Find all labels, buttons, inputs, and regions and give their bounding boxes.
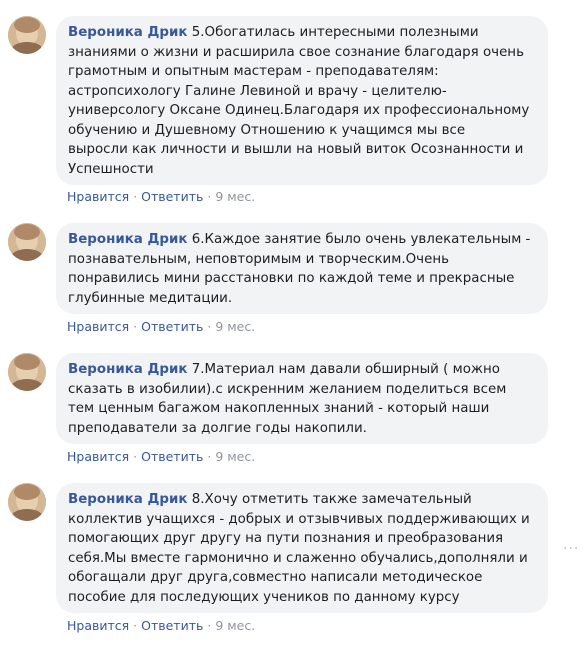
avatar[interactable] (8, 223, 46, 261)
comment-text-line: обогащали друг друга,совместно написали … (68, 570, 483, 585)
comment-text-line: познавательным, неповторимым и творчески… (68, 251, 449, 267)
author-name[interactable]: Вероника Дрик (68, 25, 187, 40)
author-name[interactable]: Вероника Дрик (68, 232, 187, 247)
comment-text-line: помогающих друг другу на пути познания и… (68, 531, 504, 546)
comment-bubble: Вероника Дрик 7.Материал нам давали обши… (56, 353, 548, 444)
timestamp[interactable]: 9 мес. (215, 189, 255, 204)
author-name[interactable]: Вероника Дрик (68, 362, 187, 377)
avatar-photo-icon (8, 223, 46, 261)
comment-bubble: Вероника Дрик 6.Каждое занятие было очен… (56, 223, 548, 314)
timestamp[interactable]: 9 мес. (215, 319, 255, 334)
reply-link[interactable]: Ответить (141, 319, 203, 334)
comment-actions: Нравится · Ответить · 9 мес. (67, 618, 255, 633)
comment-text-line: астропсихологу Галине Левиной и врачу - … (68, 83, 447, 99)
avatar-photo-icon (8, 483, 46, 521)
separator: · (207, 618, 212, 633)
reply-link[interactable]: Ответить (141, 189, 203, 204)
comment-text-line: коллектив учащихся - добрых и отзывчивых… (68, 511, 530, 527)
comment-text-line: обучению и Душевному Отношению к учащимс… (68, 122, 466, 138)
comment-actions: Нравится · Ответить · 9 мес. (67, 449, 255, 464)
comment-text-line: 7.Материал нам давали обширный ( можно (191, 362, 500, 377)
reply-link[interactable]: Ответить (141, 449, 203, 464)
separator: · (207, 319, 212, 334)
comment-text-line: грамотным и опытным мастерам - преподава… (68, 64, 439, 79)
avatar-photo-icon (8, 353, 46, 391)
like-link[interactable]: Нравится (67, 319, 129, 334)
separator: · (133, 319, 138, 334)
timestamp[interactable]: 9 мес. (215, 449, 255, 464)
like-link[interactable]: Нравится (67, 618, 129, 633)
comment-text-line: 6.Каждое занятие было очень увлекательны… (191, 232, 531, 247)
separator: · (133, 449, 138, 464)
timestamp[interactable]: 9 мес. (215, 618, 255, 633)
comment-text-line: преподаватели за долгие годы накопили. (68, 420, 367, 436)
comment-text-line: 8.Хочу отметить также замечательный (191, 492, 472, 507)
comment-text-line: универсологу Оксане Одинец.Благодаря их … (68, 103, 530, 118)
more-options-icon[interactable]: ··· (563, 541, 579, 557)
avatar[interactable] (8, 483, 46, 521)
avatar[interactable] (8, 16, 46, 54)
separator: · (133, 189, 138, 204)
comment-text-line: тем ценным багажом накопленных знаний - … (68, 401, 490, 416)
comment-text-line: глубинные медитации. (68, 290, 233, 306)
comment-text-line: выросли как личности и вышли на новый ви… (68, 142, 524, 157)
comment-text-line: Успешности (68, 161, 154, 177)
comment-bubble: Вероника Дрик 5.Обогатилась интересными … (56, 16, 548, 185)
comment-text-line: сказать в изобилии).с искренним желанием… (68, 381, 507, 397)
comment-text-line: себя.Мы вместе гармонично и слаженно обу… (68, 550, 528, 566)
avatar[interactable] (8, 353, 46, 391)
comment-text-line: понравились мини расстановки по каждой т… (68, 271, 515, 286)
comment-text-line: 5.Обогатилась интересными полезными (191, 25, 479, 40)
author-name[interactable]: Вероника Дрик (68, 492, 187, 507)
separator: · (207, 189, 212, 204)
avatar-photo-icon (8, 16, 46, 54)
like-link[interactable]: Нравится (67, 449, 129, 464)
comment-actions: Нравится · Ответить · 9 мес. (67, 189, 255, 204)
comment-actions: Нравится · Ответить · 9 мес. (67, 319, 255, 334)
comment-text-line: пособие для последующих учеников по данн… (68, 589, 460, 605)
reply-link[interactable]: Ответить (141, 618, 203, 633)
separator: · (133, 618, 138, 633)
comment-bubble: Вероника Дрик 8.Хочу отметить также заме… (56, 483, 548, 613)
like-link[interactable]: Нравится (67, 189, 129, 204)
separator: · (207, 449, 212, 464)
comment-text-line: знаниями о жизни и расширила свое сознан… (68, 44, 524, 60)
